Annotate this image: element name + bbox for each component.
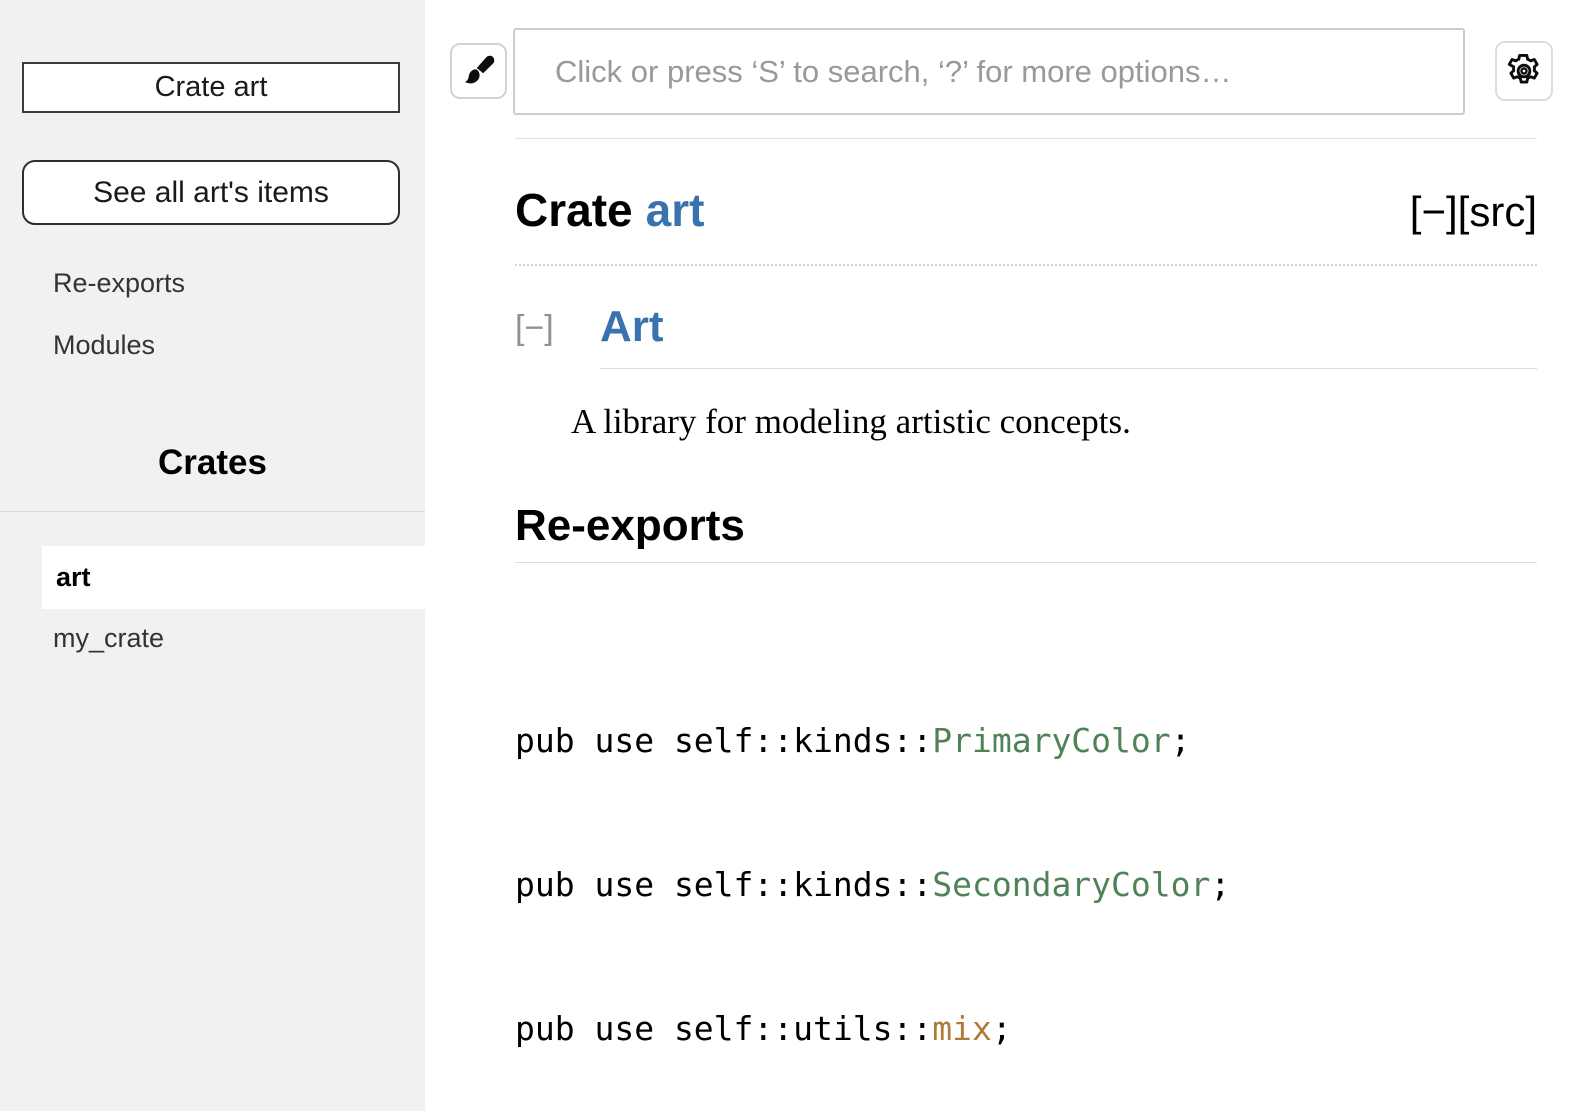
theme-picker-button[interactable] [450, 43, 507, 99]
code-text: ; [992, 1009, 1012, 1048]
page-title-crate-link[interactable]: art [646, 184, 705, 236]
sidebar-item-modules[interactable]: Modules [0, 331, 425, 359]
art-section-header: Art [600, 304, 1537, 369]
secondarycolor-link[interactable]: SecondaryColor [932, 865, 1210, 904]
art-section-row: [−] Art [515, 304, 1537, 369]
code-text: pub use self::kinds:: [515, 721, 932, 760]
page-title-row: Crateart [−][src] [515, 185, 1537, 266]
rustdoc-page: Crate art See all art's items Re-exports… [0, 0, 1584, 1111]
crates-list: art my_crate [0, 546, 425, 653]
page-title: Crateart [515, 185, 704, 235]
see-all-items-button[interactable]: See all art's items [22, 160, 400, 225]
reexport-line: pub use self::kinds::PrimaryColor; [515, 717, 1537, 765]
topbar-divider [515, 138, 1537, 139]
collapse-all-toggle[interactable]: [−] [1410, 188, 1458, 235]
page-title-prefix: Crate [515, 184, 633, 236]
topbar [425, 0, 1584, 115]
settings-button[interactable] [1495, 41, 1553, 101]
sidebar-nav: Re-exports Modules [0, 269, 425, 359]
primarycolor-link[interactable]: PrimaryColor [932, 721, 1170, 760]
sidebar-crate-art[interactable]: art [42, 546, 425, 609]
search-input[interactable] [513, 28, 1465, 115]
sidebar-divider [0, 511, 425, 512]
header-links: [−][src] [1410, 188, 1537, 236]
code-text: pub use self::kinds:: [515, 865, 932, 904]
reexport-line: pub use self::kinds::SecondaryColor; [515, 861, 1537, 909]
section-collapse-toggle[interactable]: [−] [515, 309, 600, 348]
code-text: ; [1171, 721, 1191, 760]
main-content: Crateart [−][src] [−] Art A library for … [425, 0, 1584, 1111]
reexports-heading: Re-exports [515, 501, 1537, 563]
sidebar-item-reexports[interactable]: Re-exports [0, 269, 425, 297]
paint-brush-icon [461, 53, 497, 89]
gear-icon [1505, 52, 1543, 90]
sidebar: Crate art See all art's items Re-exports… [0, 0, 425, 1111]
crate-doc-text: A library for modeling artistic concepts… [571, 401, 1537, 443]
reexports-code-block: pub use self::kinds::PrimaryColor; pub u… [515, 621, 1537, 1111]
src-link[interactable]: [src] [1458, 188, 1537, 235]
sidebar-crate-my-crate[interactable]: my_crate [0, 623, 425, 653]
reexport-line: pub use self::utils::mix; [515, 1005, 1537, 1053]
crates-heading: Crates [0, 443, 425, 483]
code-text: ; [1210, 865, 1230, 904]
crate-logo-link[interactable]: Crate art [22, 62, 400, 113]
mix-link[interactable]: mix [932, 1009, 992, 1048]
crate-doc: Crateart [−][src] [−] Art A library for … [425, 138, 1584, 1111]
art-section-link[interactable]: Art [600, 302, 664, 351]
code-text: pub use self::utils:: [515, 1009, 932, 1048]
crate-logo-label: Crate art [155, 71, 268, 104]
